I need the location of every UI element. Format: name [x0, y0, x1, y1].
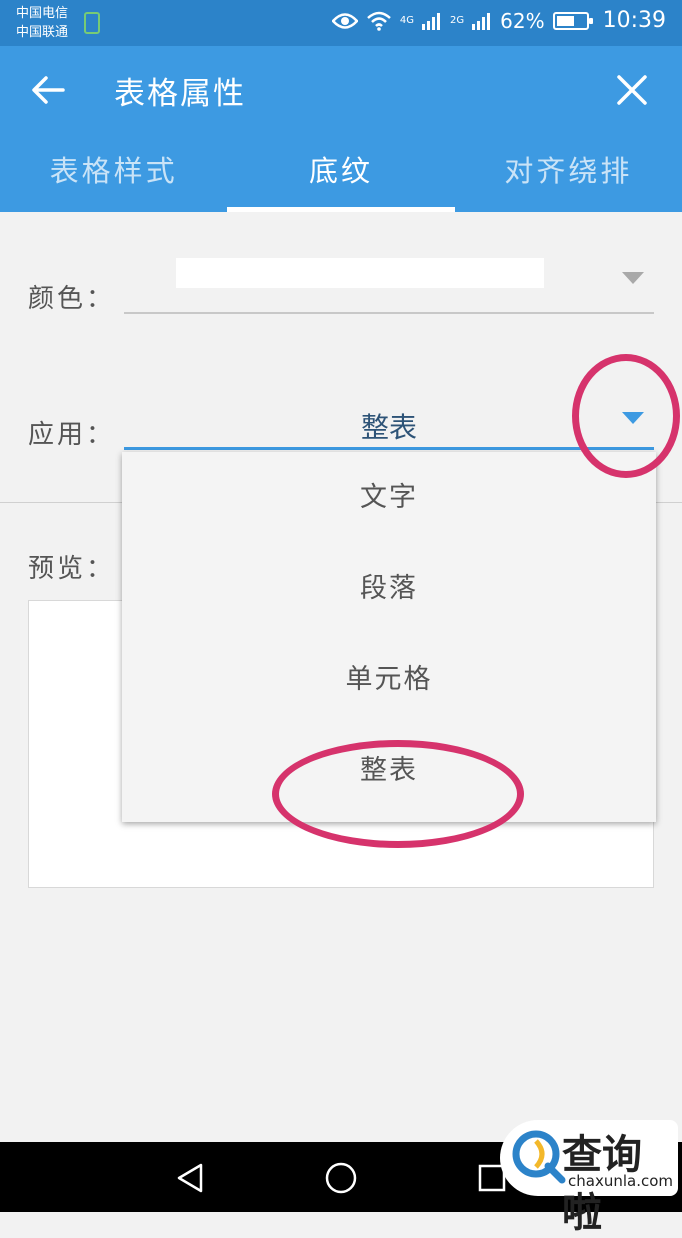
battery-icon — [552, 11, 593, 30]
close-button[interactable] — [610, 68, 654, 112]
sim-icon — [84, 12, 100, 34]
menu-item-cell[interactable]: 单元格 — [122, 634, 656, 725]
wifi-icon — [367, 11, 391, 31]
battery-fill — [556, 15, 574, 26]
watermark-url: chaxunla.com — [568, 1172, 673, 1190]
color-swatch — [176, 258, 544, 288]
status-bar: 中国电信 中国联通 4G 2G 62% 10:39 — [0, 0, 682, 46]
tab-table-style[interactable]: 表格样式 — [0, 134, 227, 212]
circle-home-icon — [325, 1162, 357, 1194]
close-icon — [617, 75, 647, 105]
carrier-info: 中国电信 中国联通 — [16, 4, 68, 42]
arrow-left-icon — [32, 76, 65, 104]
annotation-circle-whole-table — [272, 740, 524, 848]
carrier-1: 中国电信 — [16, 6, 69, 21]
battery-percent: 62% — [500, 8, 545, 33]
signal-icon-2 — [472, 12, 491, 30]
status-icons: 4G 2G 62% 10:39 — [331, 8, 666, 33]
watermark: 查询啦 chaxunla.com — [500, 1120, 678, 1236]
tab-alignment[interactable]: 对齐绕排 — [455, 134, 682, 212]
triangle-back-icon — [177, 1163, 203, 1193]
nav-home-button[interactable] — [319, 1156, 363, 1200]
nav-back-button[interactable] — [168, 1156, 212, 1200]
carrier-2: 中国联通 — [16, 25, 69, 40]
tab-shading[interactable]: 底纹 — [227, 134, 455, 212]
color-label: 颜色： — [28, 284, 116, 314]
network-2g-label: 2G — [450, 14, 465, 26]
menu-item-paragraph[interactable]: 段落 — [122, 543, 656, 634]
app-bar: 表格属性 — [0, 46, 682, 134]
network-4g-label: 4G — [399, 14, 415, 26]
signal-icon — [422, 12, 441, 30]
tab-bar: 表格样式 底纹 对齐绕排 — [0, 134, 682, 212]
preview-label: 预览： — [28, 554, 116, 584]
clock: 10:39 — [602, 8, 666, 33]
eye-icon — [331, 12, 358, 29]
menu-item-text[interactable]: 文字 — [122, 452, 656, 543]
page-title: 表格属性 — [114, 76, 246, 112]
apply-label: 应用： — [28, 420, 116, 450]
chevron-down-icon — [622, 272, 644, 284]
watermark-logo-icon — [512, 1130, 566, 1184]
color-dropdown[interactable] — [124, 252, 654, 314]
back-button[interactable] — [28, 70, 68, 110]
annotation-circle-dropdown-arrow — [572, 354, 680, 478]
